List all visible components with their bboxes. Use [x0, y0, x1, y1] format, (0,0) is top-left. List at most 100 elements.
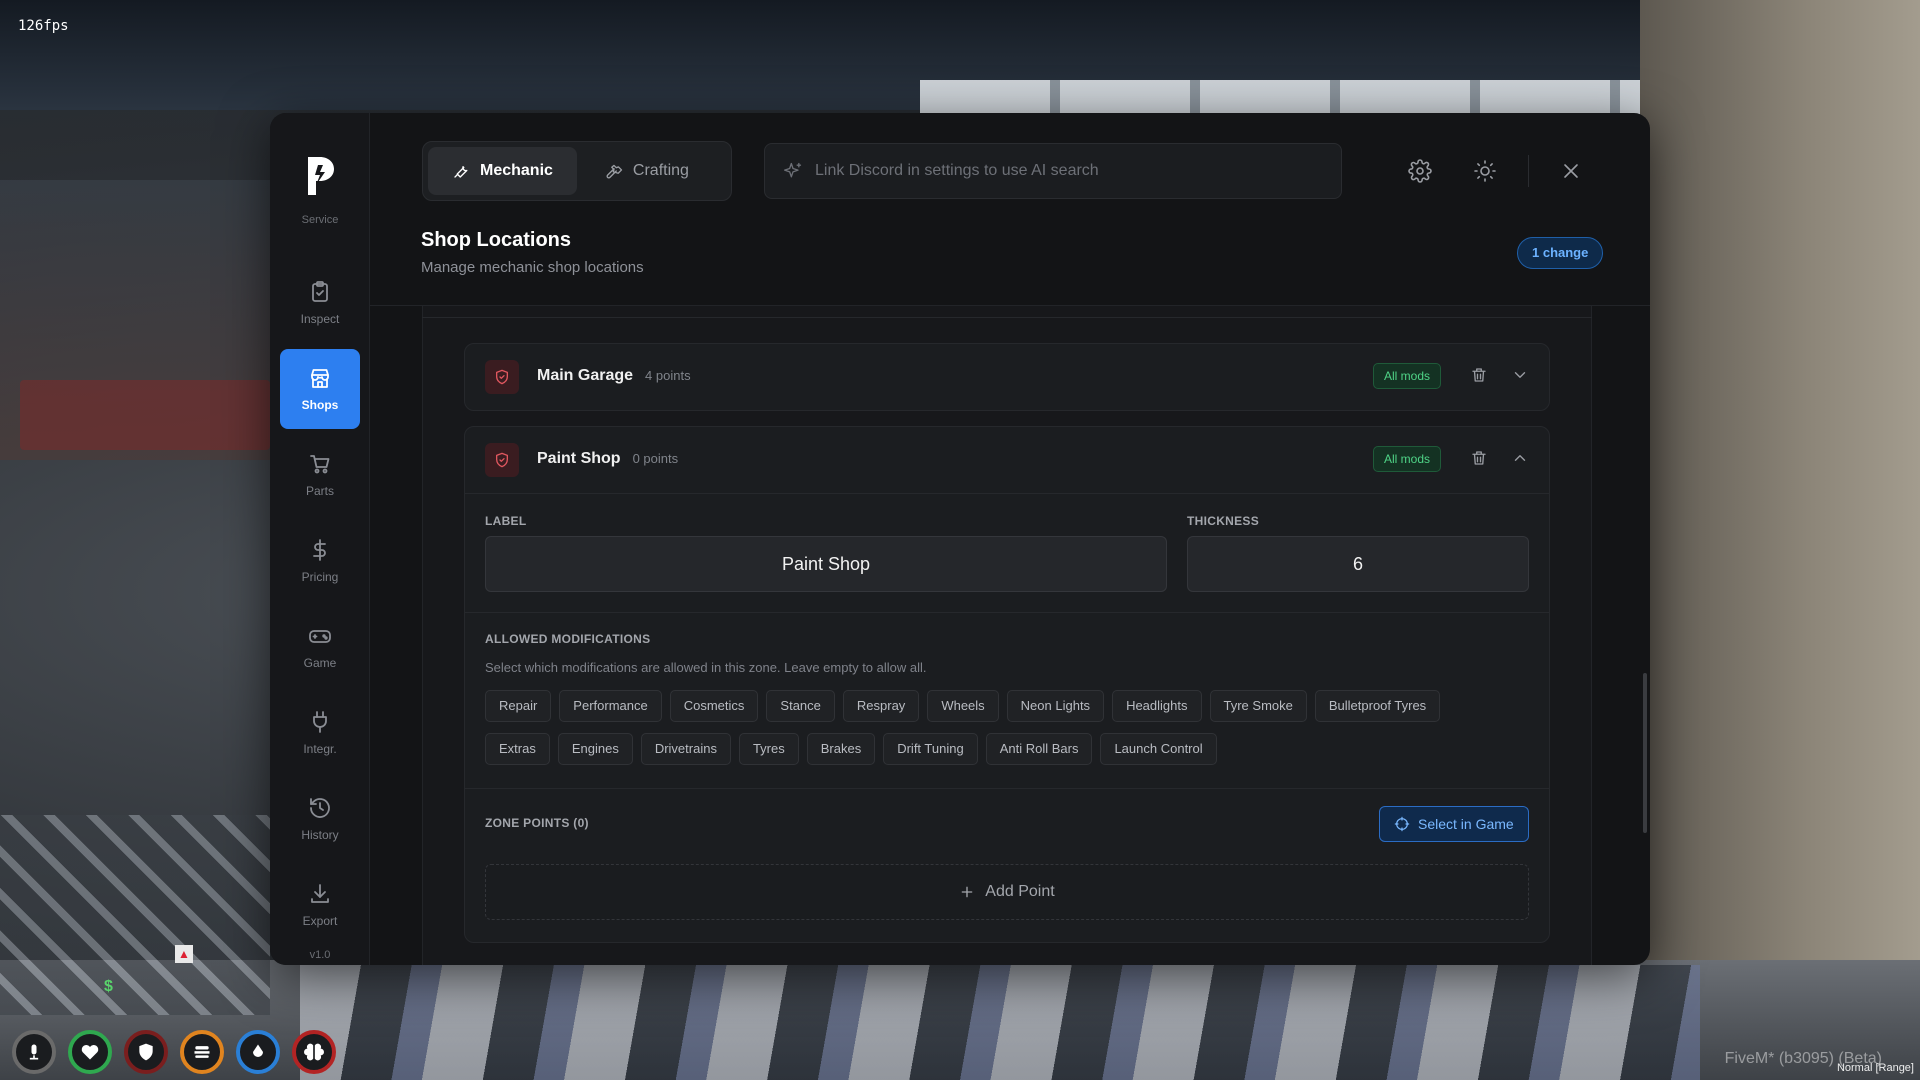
mod-chip-headlights[interactable]: Headlights [1112, 690, 1202, 722]
select-in-game-button[interactable]: Select in Game [1379, 806, 1529, 842]
trash-icon [1472, 451, 1486, 465]
dollar-icon [313, 539, 326, 561]
pending-changes-badge[interactable]: 1 change [1517, 237, 1604, 269]
cart-icon [310, 455, 330, 474]
add-point-button[interactable]: Add Point [485, 864, 1529, 920]
mod-chip-repair[interactable]: Repair [485, 690, 552, 722]
mod-chip-neon-lights[interactable]: Neon Lights [1006, 690, 1105, 722]
shield-icon [496, 452, 508, 468]
delete-shop-button[interactable] [1470, 449, 1490, 469]
sidebar-item-history[interactable]: History [280, 779, 360, 859]
droplet-icon [236, 1030, 280, 1074]
sidebar-item-integrations[interactable]: Integr. [280, 693, 360, 773]
mod-chip-bulletproof-tyres[interactable]: Bulletproof Tyres [1314, 690, 1441, 722]
close-icon [1564, 164, 1578, 178]
settings-button[interactable] [1406, 157, 1434, 185]
theme-toggle-button[interactable] [1471, 157, 1499, 185]
sidebar-item-shops[interactable]: Shops [280, 349, 360, 429]
shop-name: Main Garage 4 points [537, 367, 691, 385]
scrollbar[interactable] [1643, 673, 1647, 833]
garage-wall [1640, 0, 1920, 1080]
brain-icon [292, 1030, 336, 1074]
shop-name: Paint Shop 0 points [537, 450, 678, 468]
tab-crafting[interactable]: Crafting [581, 147, 713, 195]
sidebar-item-label: Integr. [303, 742, 337, 756]
sidebar-item-label: Shops [301, 398, 339, 412]
chevron-up-icon [1514, 455, 1526, 461]
content-divider [422, 317, 1592, 318]
car-lift [20, 380, 270, 450]
mods-status-badge: All mods [1373, 363, 1442, 389]
mechanic-panel: Service Inspect Shops Parts Pricing Game… [270, 113, 1650, 965]
sidebar-item-pricing[interactable]: Pricing [280, 521, 360, 601]
shop-card-paint-shop: Paint Shop 0 points All mods LABEL THICKN… [464, 426, 1550, 943]
mode-tabs: Mechanic Crafting [422, 141, 732, 201]
mod-chip-anti-roll-bars[interactable]: Anti Roll Bars [985, 733, 1093, 765]
mod-chip-extras[interactable]: Extras [485, 733, 550, 765]
burger-icon [180, 1030, 224, 1074]
mod-chips-row-1: Repair Performance Cosmetics Stance Resp… [485, 690, 1441, 722]
mods-status-badge: All mods [1373, 446, 1442, 472]
clipboard-icon [312, 281, 328, 302]
add-point-label: Add Point [985, 883, 1055, 900]
sidebar-item-export[interactable]: Export [280, 865, 360, 945]
shield-icon [124, 1030, 168, 1074]
thickness-field-title: THICKNESS [1187, 514, 1260, 528]
delete-shop-button[interactable] [1470, 366, 1490, 386]
tab-mechanic[interactable]: Mechanic [428, 147, 577, 195]
tab-label: Crafting [632, 162, 689, 179]
header-divider [1528, 155, 1529, 187]
sidebar-item-parts[interactable]: Parts [280, 435, 360, 515]
sidebar-item-label: History [301, 828, 339, 842]
shop-name-text: Main Garage [537, 367, 634, 384]
shop-point-count: 4 points [645, 368, 691, 383]
sidebar-item-service[interactable]: Service [270, 205, 370, 225]
sidebar-item-inspect[interactable]: Inspect [280, 263, 360, 343]
trash-icon [1472, 368, 1486, 382]
fps-counter: 126fps [18, 18, 69, 34]
mod-chip-wheels[interactable]: Wheels [927, 690, 999, 722]
mod-chip-performance[interactable]: Performance [559, 690, 662, 722]
section-divider [465, 788, 1549, 789]
chevron-down-icon [1514, 372, 1526, 378]
ai-search-bar[interactable] [764, 143, 1342, 199]
mod-chip-stance[interactable]: Stance [766, 690, 835, 722]
voice-mode-label: Normal [Range] [1836, 1062, 1914, 1074]
map-dollar-marker: $ [104, 978, 113, 995]
sidebar-item-label: Export [302, 914, 338, 928]
close-button[interactable] [1557, 157, 1585, 185]
floor-graphic [300, 965, 1700, 1080]
gear-icon [1408, 159, 1432, 183]
mod-chip-tyre-smoke[interactable]: Tyre Smoke [1209, 690, 1307, 722]
shop-header[interactable]: Main Garage 4 points All mods [465, 344, 1549, 410]
mod-chip-drift-tuning[interactable]: Drift Tuning [883, 733, 978, 765]
mod-chip-cosmetics[interactable]: Cosmetics [669, 690, 759, 722]
sidebar-item-label: Game [303, 656, 337, 670]
shop-label-input[interactable] [485, 536, 1167, 592]
status-hud [12, 1030, 336, 1074]
microphone-icon [12, 1030, 56, 1074]
gamepad-icon [309, 630, 331, 643]
sidebar-item-game[interactable]: Game [280, 607, 360, 687]
plug-icon [313, 711, 327, 733]
history-icon [310, 798, 330, 818]
collapse-toggle[interactable] [1511, 449, 1531, 469]
mod-chip-tyres[interactable]: Tyres [738, 733, 799, 765]
mod-chip-drivetrains[interactable]: Drivetrains [640, 733, 731, 765]
plus-icon [961, 886, 973, 898]
mod-chip-brakes[interactable]: Brakes [806, 733, 876, 765]
thickness-input[interactable] [1187, 536, 1529, 592]
version-label: v1.0 [309, 949, 331, 961]
mod-chip-engines[interactable]: Engines [557, 733, 633, 765]
hammer-icon [606, 164, 623, 179]
download-icon [311, 884, 329, 903]
select-in-game-label: Select in Game [1418, 816, 1514, 832]
zone-points-title: ZONE POINTS (0) [485, 816, 589, 830]
mod-chip-respray[interactable]: Respray [842, 690, 920, 722]
mod-chip-launch-control[interactable]: Launch Control [1100, 733, 1217, 765]
expand-toggle[interactable] [1511, 366, 1531, 386]
search-input[interactable] [815, 162, 1315, 180]
crosshair-icon [1394, 816, 1410, 832]
allowed-mods-description: Select which modifications are allowed i… [485, 660, 927, 675]
shop-header[interactable]: Paint Shop 0 points All mods [465, 427, 1549, 493]
